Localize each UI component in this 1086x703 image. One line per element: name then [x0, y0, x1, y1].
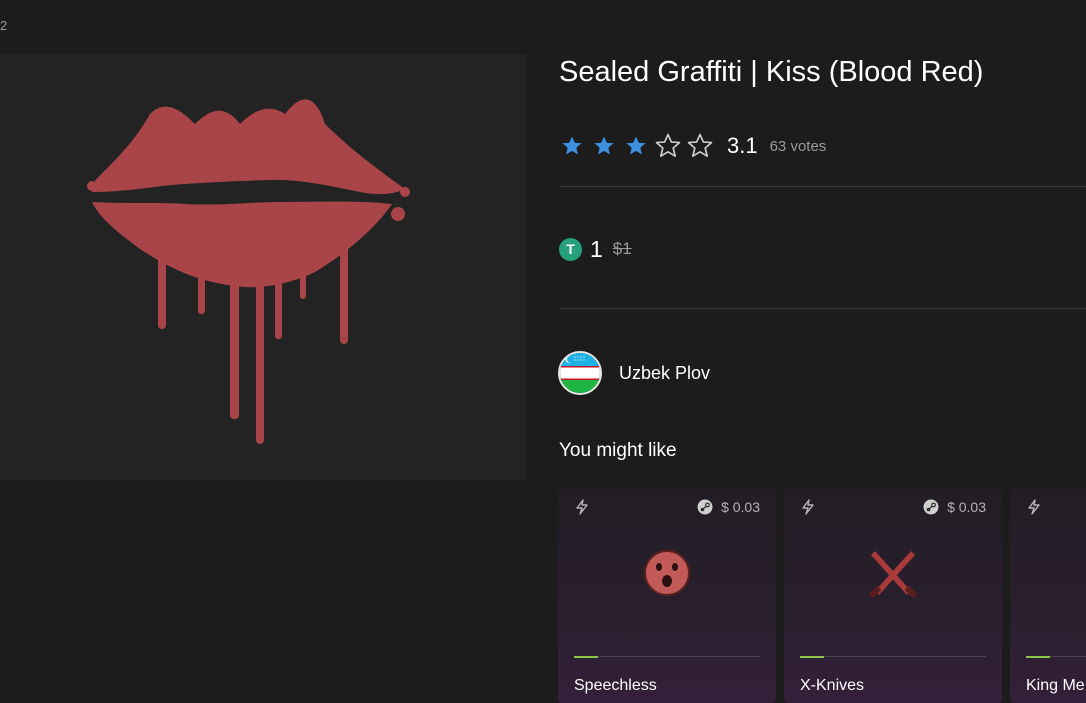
lightning-icon [576, 499, 588, 515]
product-image-panel [0, 54, 526, 480]
speechless-graffiti-icon [644, 550, 690, 596]
product-title: Sealed Graffiti | Kiss (Blood Red) [559, 56, 984, 88]
card-divider [574, 656, 760, 657]
recommendations-heading: You might like [559, 440, 677, 461]
divider [559, 186, 1086, 187]
card-price: $ 0.03 [923, 499, 986, 515]
rating: 3.1 63 votes [559, 131, 826, 161]
recommendations-list: $ 0.03 Speechless $ 0.03 X-Knives King M… [558, 487, 1086, 703]
card-divider [800, 656, 986, 657]
x-knives-graffiti-icon [868, 551, 918, 599]
card-divider-accent [1026, 656, 1050, 658]
rating-value: 3.1 [727, 133, 758, 158]
price-value: 1 [590, 235, 603, 262]
star-filled-icon[interactable] [591, 133, 617, 159]
top-bar: 2 [0, 0, 1086, 54]
kiss-lips-graffiti-image [87, 99, 410, 444]
card-name: Speechless [574, 677, 657, 694]
steam-icon [923, 499, 939, 515]
star-empty-icon[interactable] [655, 133, 681, 159]
lightning-icon [1028, 499, 1040, 515]
star-empty-icon[interactable] [687, 133, 713, 159]
card-divider-accent [800, 656, 824, 658]
card-name: King Me [1026, 677, 1085, 694]
recommendation-card[interactable]: $ 0.03 X-Knives [784, 487, 1002, 703]
uzbekistan-flag-icon [558, 351, 602, 395]
recommendation-card[interactable]: King Me [1010, 487, 1086, 703]
card-divider-accent [574, 656, 598, 658]
card-price: $ 0.03 [697, 499, 760, 515]
tether-icon: T [559, 237, 582, 261]
rating-stars[interactable] [559, 133, 713, 159]
card-price-value: $ 0.03 [721, 499, 760, 515]
seller[interactable]: Uzbek Plov [558, 351, 710, 395]
recommendation-card[interactable]: $ 0.03 Speechless [558, 487, 776, 703]
steam-icon [697, 499, 713, 515]
divider [559, 308, 1086, 309]
card-price-value: $ 0.03 [947, 499, 986, 515]
star-filled-icon[interactable] [559, 133, 585, 159]
star-filled-icon[interactable] [623, 133, 649, 159]
price-old: $1 [612, 239, 632, 258]
price: T 1 $1 [559, 234, 632, 264]
lightning-icon [802, 499, 814, 515]
rating-votes: 63 votes [769, 137, 827, 155]
card-name: X-Knives [800, 677, 865, 694]
seller-name: Uzbek Plov [619, 362, 711, 383]
breadcrumb[interactable]: 2 [0, 18, 7, 33]
